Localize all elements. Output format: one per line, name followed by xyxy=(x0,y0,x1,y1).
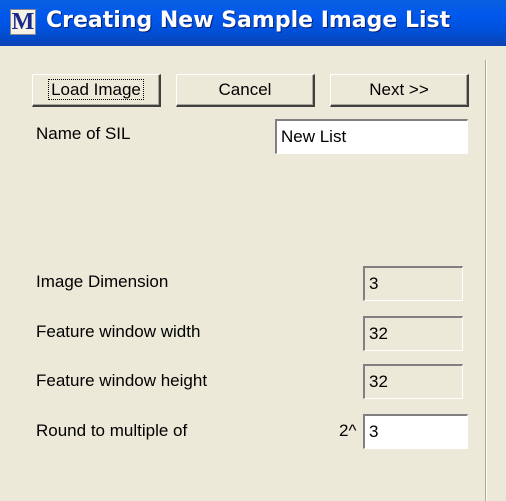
cancel-button[interactable]: Cancel xyxy=(176,74,315,107)
load-image-button-label: Load Image xyxy=(48,79,144,100)
feature-window-height-label: Feature window height xyxy=(36,371,208,390)
feature-window-height-field xyxy=(363,364,463,399)
divider xyxy=(485,60,487,501)
load-image-button[interactable]: Load Image xyxy=(32,74,161,107)
feature-window-width-label: Feature window width xyxy=(36,322,201,341)
round-to-multiple-input[interactable] xyxy=(363,414,468,449)
image-dimension-label: Image Dimension xyxy=(36,272,169,291)
round-to-multiple-label: Round to multiple of xyxy=(36,421,188,440)
name-of-sil-input[interactable] xyxy=(275,119,468,154)
feature-window-width-field xyxy=(363,316,463,351)
round-prefix: 2^ xyxy=(339,421,357,440)
image-dimension-field xyxy=(363,266,463,301)
title-bar: M Creating New Sample Image List xyxy=(0,0,506,46)
app-icon: M xyxy=(10,9,36,35)
name-of-sil-label: Name of SIL xyxy=(36,124,131,143)
window-title: Creating New Sample Image List xyxy=(46,8,451,33)
next-button[interactable]: Next >> xyxy=(330,74,469,107)
